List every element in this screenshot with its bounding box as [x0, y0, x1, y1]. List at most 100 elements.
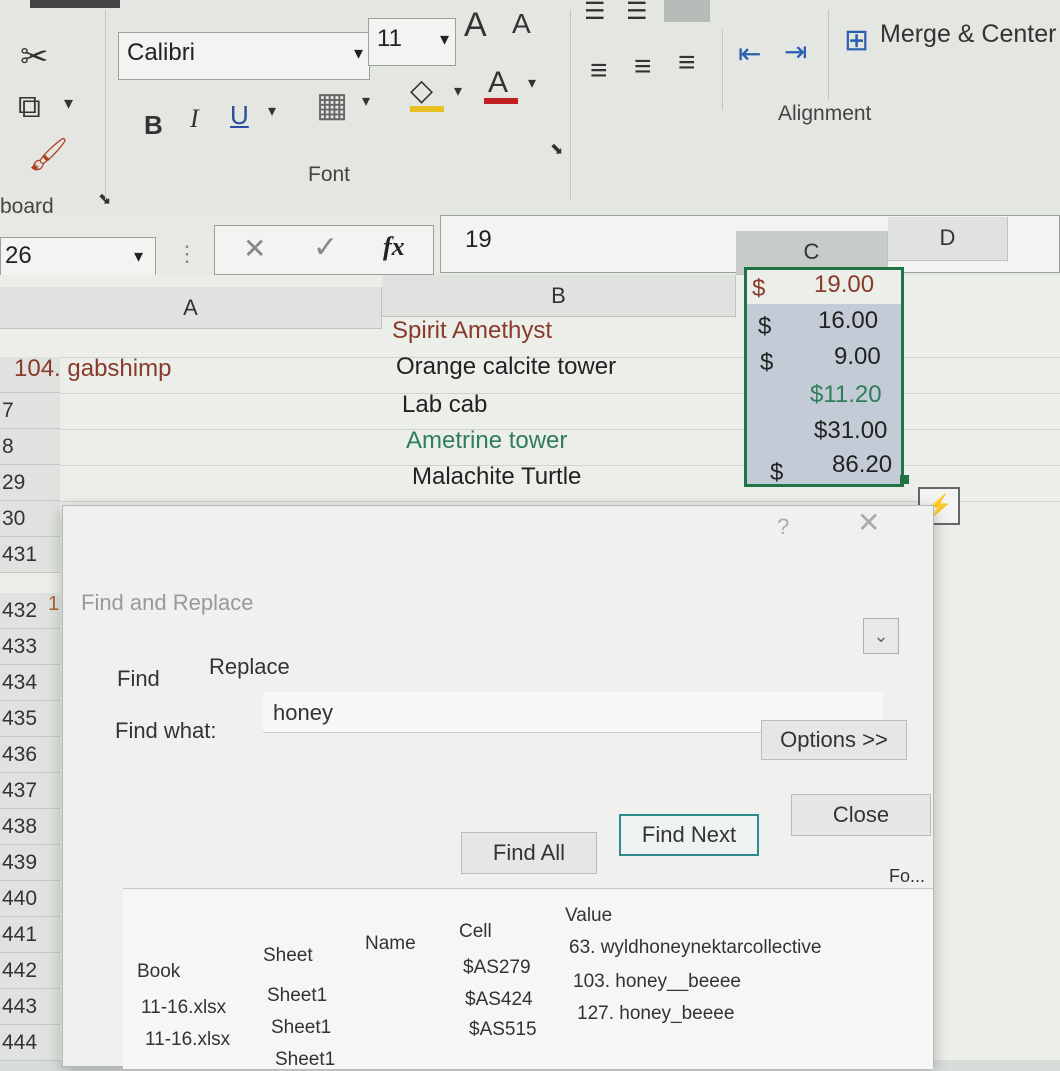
font-name-chevron-icon[interactable]: ▾: [354, 43, 363, 64]
result-value[interactable]: 103. honey__beeee: [573, 971, 741, 993]
row-header[interactable]: 440: [0, 881, 60, 917]
cell-b[interactable]: Lab cab: [402, 391, 487, 419]
result-sheet[interactable]: Sheet1: [271, 1017, 331, 1039]
find-all-button[interactable]: Find All: [461, 832, 597, 874]
borders-icon[interactable]: ▦: [316, 88, 348, 122]
align-left-icon[interactable]: ≡: [590, 56, 608, 86]
copy-icon[interactable]: ⧉: [18, 90, 41, 122]
row-header[interactable]: 442: [0, 953, 60, 989]
align-bottom-button[interactable]: [664, 0, 710, 22]
result-cell[interactable]: $AS424: [465, 989, 533, 1011]
options-button[interactable]: Options >>: [761, 720, 907, 760]
name-box[interactable]: 26 ▾: [0, 237, 156, 279]
cell-c[interactable]: $31.00: [814, 417, 887, 445]
increase-indent-icon[interactable]: ⇥: [784, 38, 807, 66]
results-header-value[interactable]: Value: [565, 905, 612, 927]
row-header[interactable]: 29: [0, 465, 60, 501]
underline-chevron-icon[interactable]: ▾: [268, 104, 276, 120]
result-cell[interactable]: $AS279: [463, 957, 531, 979]
format-painter-icon[interactable]: 🖌: [28, 138, 69, 170]
results-header-name[interactable]: Name: [365, 933, 416, 955]
result-value[interactable]: 127. honey_beeee: [577, 1003, 734, 1025]
insert-function-button[interactable]: fx: [383, 232, 405, 262]
result-value[interactable]: 63. wyldhoneynektarcollective: [569, 937, 821, 959]
help-button[interactable]: ?: [777, 514, 789, 540]
font-launcher-icon[interactable]: ⬊: [550, 142, 563, 158]
decrease-indent-icon[interactable]: ⇤: [738, 40, 761, 68]
cell-b[interactable]: Ametrine tower: [406, 427, 567, 455]
align-center-icon[interactable]: ≡: [634, 52, 652, 82]
borders-chevron-icon[interactable]: ▾: [362, 94, 370, 110]
cell-b[interactable]: Malachite Turtle: [412, 463, 581, 491]
results-header-book[interactable]: Book: [137, 961, 180, 983]
result-book[interactable]: 11-16.xlsx: [145, 1029, 230, 1051]
find-next-button[interactable]: Find Next: [619, 814, 759, 856]
cell-a[interactable]: 104. gabshimp: [14, 355, 171, 383]
tab-find[interactable]: Find: [117, 666, 160, 692]
row-header[interactable]: 437: [0, 773, 60, 809]
cell-c[interactable]: 86.20: [832, 451, 892, 479]
copy-dropdown-chevron-icon[interactable]: ▾: [64, 94, 73, 112]
row-header[interactable]: 433: [0, 629, 60, 665]
cut-icon[interactable]: ✂: [20, 40, 49, 74]
bold-button[interactable]: B: [144, 110, 163, 141]
fill-color-icon[interactable]: ◇: [410, 76, 433, 106]
font-size-chevron-icon[interactable]: ▾: [440, 29, 449, 50]
find-replace-dialog: Find and Replace ? ✕ ⌄ Find Replace Find…: [62, 505, 934, 1071]
search-history-dropdown-icon[interactable]: ⌄: [863, 618, 899, 654]
cancel-entry-button[interactable]: ✕: [243, 232, 266, 265]
merge-center-button[interactable]: Merge & Center: [880, 20, 1056, 49]
fill-color-chevron-icon[interactable]: ▾: [454, 84, 462, 100]
truncated-column-text: Fo...: [889, 866, 926, 886]
row-header[interactable]: 431: [0, 537, 60, 573]
font-size-box[interactable]: 11 ▾: [368, 18, 456, 66]
row-header[interactable]: 436: [0, 737, 60, 773]
font-name-box[interactable]: Calibri ▾: [118, 32, 370, 80]
font-color-button[interactable]: A: [488, 66, 508, 100]
row-header[interactable]: 438: [0, 809, 60, 845]
tab-replace[interactable]: Replace: [209, 654, 290, 680]
result-book[interactable]: 11-16.xlsx: [141, 997, 226, 1019]
fill-handle[interactable]: [900, 475, 909, 484]
dialog-close-x-button[interactable]: ✕: [857, 506, 880, 539]
align-top-icon[interactable]: ☰: [584, 0, 606, 24]
row-header[interactable]: 7: [0, 393, 60, 429]
result-sheet[interactable]: Sheet1: [275, 1049, 335, 1071]
cell-c[interactable]: 19.00: [814, 271, 874, 299]
cell-c[interactable]: 9.00: [834, 343, 881, 371]
font-color-chevron-icon[interactable]: ▾: [528, 76, 536, 92]
row-header[interactable]: 30: [0, 501, 60, 537]
results-header-sheet[interactable]: Sheet: [263, 945, 313, 967]
shrink-font-button[interactable]: A: [512, 8, 531, 40]
result-sheet[interactable]: Sheet1: [267, 985, 327, 1007]
align-middle-icon[interactable]: ☰: [626, 0, 648, 24]
row-header[interactable]: 439: [0, 845, 60, 881]
row-header[interactable]: 434: [0, 665, 60, 701]
column-header-d[interactable]: D: [888, 217, 1008, 261]
cell-c[interactable]: 16.00: [818, 307, 878, 335]
row-header[interactable]: 441: [0, 917, 60, 953]
name-box-chevron-icon[interactable]: ▾: [134, 246, 143, 267]
close-button[interactable]: Close: [791, 794, 931, 836]
enter-entry-button[interactable]: ✓: [313, 230, 338, 265]
italic-button[interactable]: I: [190, 104, 199, 134]
row-header[interactable]: 444: [0, 1025, 60, 1061]
cell-c[interactable]: $11.20: [810, 381, 882, 409]
results-header-cell[interactable]: Cell: [459, 921, 492, 943]
underline-button[interactable]: U: [230, 100, 249, 131]
align-right-icon[interactable]: ≡: [678, 48, 696, 78]
grow-font-button[interactable]: A: [464, 6, 487, 45]
row-header[interactable]: 8: [0, 429, 60, 465]
column-header-a[interactable]: A: [0, 287, 382, 329]
row-header[interactable]: 435: [0, 701, 60, 737]
group-divider: [722, 30, 723, 110]
merge-center-icon[interactable]: ⊞: [844, 26, 869, 56]
cell-b[interactable]: Spirit Amethyst: [392, 317, 552, 345]
result-cell[interactable]: $AS515: [469, 1019, 537, 1041]
formula-bar-grip-icon[interactable]: ⋮: [176, 243, 198, 265]
cell-b[interactable]: Orange calcite tower: [396, 353, 616, 381]
results-list[interactable]: Book Sheet Name Cell Value $AS279 63. wy…: [123, 888, 933, 1071]
cell-a-mark[interactable]: 1: [48, 593, 59, 616]
row-header[interactable]: 443: [0, 989, 60, 1025]
column-header-b[interactable]: B: [382, 275, 736, 317]
